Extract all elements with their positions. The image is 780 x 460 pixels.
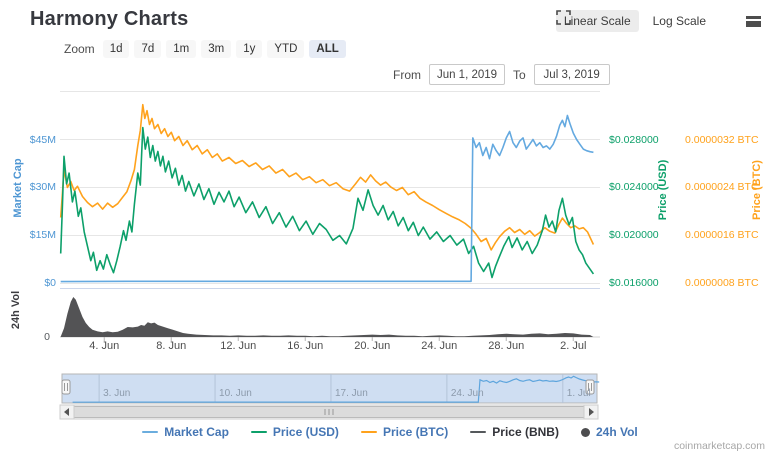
from-date-input[interactable] [429, 64, 505, 85]
x-axis-label: 28. Jun [488, 340, 524, 352]
legend-label: Price (BTC) [383, 425, 448, 439]
volume-axis-title: 24h Vol [10, 291, 22, 329]
legend-label: Price (BNB) [492, 425, 559, 439]
to-label: To [513, 68, 526, 82]
marketcap-tick-15m: $15M [6, 229, 56, 241]
marketcap-axis-title: Market Cap [12, 158, 24, 217]
market-cap-line-swatch [142, 431, 158, 434]
range-button-7d[interactable]: 7d [134, 40, 161, 58]
price-bnb-line-swatch [470, 431, 486, 434]
range-button-all[interactable]: ALL [309, 40, 345, 58]
marketcap-tick-45m: $45M [6, 134, 56, 146]
marketcap-tick-0: $0 [6, 277, 56, 289]
legend-item-price-btc[interactable]: Price (BTC) [361, 425, 448, 439]
x-axis-label: 4. Jun [89, 340, 119, 352]
watermark: coinmarketcap.com [674, 440, 765, 452]
range-button-ytd[interactable]: YTD [267, 40, 304, 58]
legend-item-price-usd[interactable]: Price (USD) [251, 425, 339, 439]
volume-dot-swatch [581, 428, 590, 437]
navigator-date-label: 3. Jun [103, 388, 130, 399]
usd-tick-0016: $0.016000 [609, 277, 685, 289]
legend-item-price-bnb[interactable]: Price (BNB) [470, 425, 559, 439]
legend-item-24h-vol[interactable]: 24h Vol [581, 425, 638, 439]
legend-label: Price (USD) [273, 425, 339, 439]
btc-tick-24: 0.0000024 BTC [685, 181, 777, 193]
btc-tick-32: 0.0000032 BTC [685, 134, 777, 146]
legend-label: 24h Vol [596, 425, 638, 439]
range-button-3m[interactable]: 3m [201, 40, 231, 58]
log-scale-button[interactable]: Log Scale [645, 10, 714, 32]
legend-label: Market Cap [164, 425, 229, 439]
usd-tick-0020: $0.020000 [609, 229, 685, 241]
legend-item-market-cap[interactable]: Market Cap [142, 425, 229, 439]
from-label: From [393, 68, 421, 82]
zoom-range-group: Zoom 1d 7d 1m 3m 1y YTD ALL [64, 40, 346, 58]
date-range-controls: From To [393, 64, 610, 85]
navigator-date-label: 10. Jun [219, 388, 252, 399]
price-btc-line-swatch [361, 431, 377, 434]
range-button-1m[interactable]: 1m [166, 40, 196, 58]
market-cap-series [61, 116, 594, 282]
to-date-input[interactable] [534, 64, 610, 85]
zoom-label: Zoom [64, 42, 95, 56]
price-usd-series [61, 128, 594, 278]
x-axis-label: 20. Jun [354, 340, 390, 352]
page-title: Harmony Charts [30, 8, 188, 31]
navigator-date-label: 1. Jul [567, 388, 591, 399]
volume-zero-tick: 0 [20, 331, 50, 343]
btc-tick-16: 0.0000016 BTC [685, 229, 777, 241]
navigator-left-handle[interactable] [62, 380, 70, 394]
menu-icon[interactable] [744, 13, 762, 29]
volume-area-series [61, 297, 594, 337]
btc-axis-title: Price (BTC) [751, 160, 763, 220]
usd-tick-0024: $0.024000 [609, 181, 685, 193]
usd-tick-0028: $0.028000 [609, 134, 685, 146]
chart-legend: Market Cap Price (USD) Price (BTC) Price… [0, 425, 780, 439]
x-axis-label: 2. Jul [560, 340, 586, 352]
btc-tick-08: 0.0000008 BTC [685, 277, 777, 289]
range-button-1d[interactable]: 1d [103, 40, 130, 58]
x-axis-label: 8. Jun [156, 340, 186, 352]
navigator-date-label: 17. Jun [335, 388, 368, 399]
fullscreen-icon[interactable] [720, 13, 738, 29]
harmony-charts-page: Harmony Charts Linear Scale Log Scale Zo… [0, 0, 780, 460]
x-axis-label: 24. Jun [421, 340, 457, 352]
range-button-1y[interactable]: 1y [236, 40, 262, 58]
x-axis-label: 16. Jun [287, 340, 323, 352]
scale-toggle-group: Linear Scale Log Scale [556, 10, 762, 32]
price-usd-line-swatch [251, 431, 267, 434]
x-axis-label: 12. Jun [220, 340, 256, 352]
navigator-date-label: 24. Jun [451, 388, 484, 399]
usd-axis-title: Price (USD) [657, 160, 669, 221]
